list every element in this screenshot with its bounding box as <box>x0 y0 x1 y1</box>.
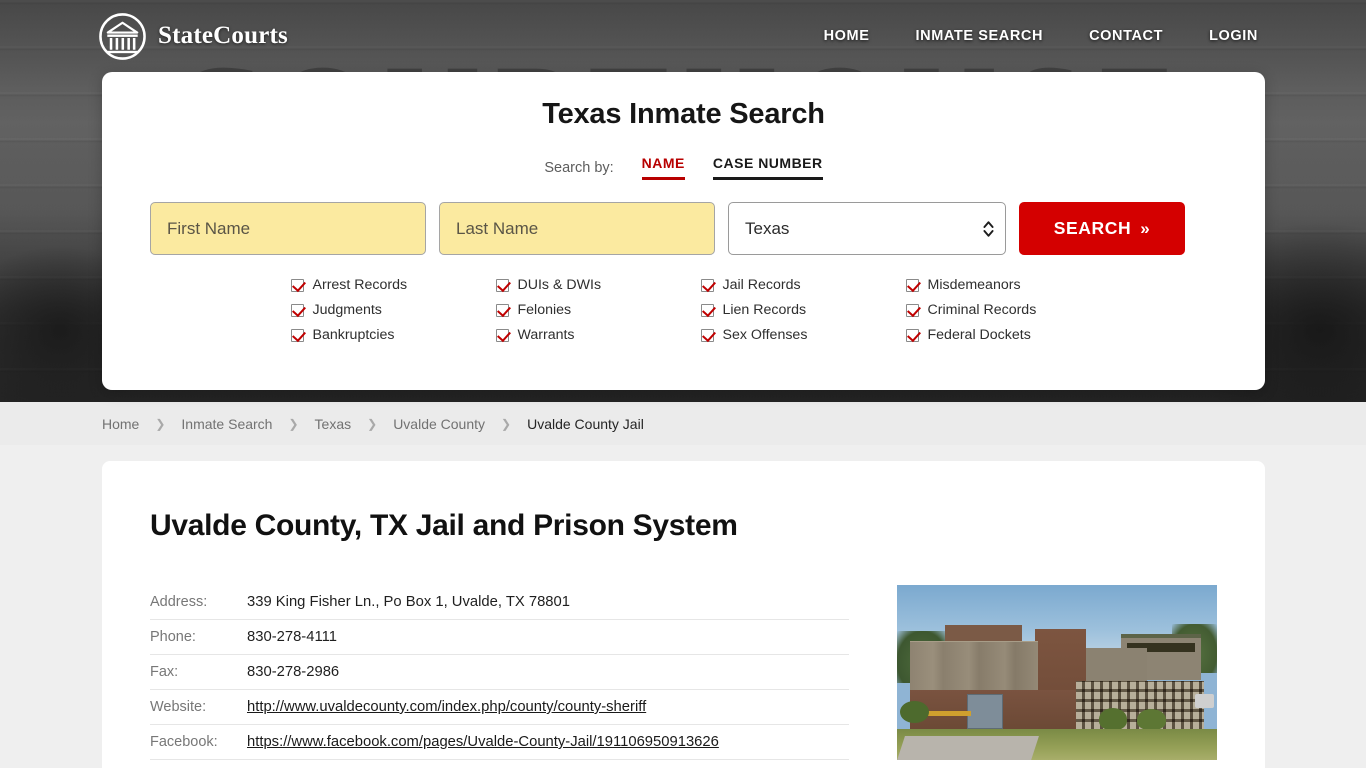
checkmark-icon <box>905 278 919 292</box>
row-label: Address: <box>150 594 208 610</box>
facility-photo <box>897 585 1217 760</box>
checkmark-icon <box>700 303 714 317</box>
chevron-right-icon: ❯ <box>501 416 512 431</box>
checkbox-sex-offenses[interactable]: Sex Offenses <box>700 327 906 343</box>
search-by-row: Search by: NAME CASE NUMBER <box>102 155 1265 180</box>
checkmark-icon <box>700 278 714 292</box>
state-select-wrapper: Texas <box>728 202 1006 255</box>
photo-upper-panels <box>909 641 1038 694</box>
search-button-label: SEARCH <box>1053 218 1132 238</box>
website-link[interactable]: http://www.uvaldecounty.com/index.php/co… <box>247 699 646 715</box>
checkbox-label: Bankruptcies <box>312 327 395 343</box>
site-header: StateCourts HOME INMATE SEARCH CONTACT L… <box>0 0 1366 72</box>
checkbox-arrest-records[interactable]: Arrest Records <box>290 277 496 293</box>
page-title: Uvalde County, TX Jail and Prison System <box>150 509 738 542</box>
checkbox-label: Lien Records <box>722 302 807 318</box>
breadcrumb-item-home[interactable]: Home <box>102 416 139 432</box>
detail-zone: Address: 339 King Fisher Ln., Po Box 1, … <box>150 585 1217 760</box>
checkbox-bankruptcies[interactable]: Bankruptcies <box>290 327 496 343</box>
state-select[interactable]: Texas <box>728 202 1006 255</box>
brand-logo-link[interactable]: StateCourts <box>98 12 288 61</box>
courthouse-circle-icon <box>99 12 146 60</box>
breadcrumb-bar: Home ❯ Inmate Search ❯ Texas ❯ Uvalde Co… <box>0 402 1366 445</box>
breadcrumb-item-uvalde-county[interactable]: Uvalde County <box>393 416 485 432</box>
breadcrumb-item-inmate-search[interactable]: Inmate Search <box>181 416 272 432</box>
checkbox-label: Judgments <box>312 302 382 318</box>
row-label: Fax: <box>150 664 179 680</box>
checkmark-icon <box>290 303 304 317</box>
checkbox-duis-dwis[interactable]: DUIs & DWIs <box>495 277 701 293</box>
checkbox-label: Arrest Records <box>312 277 408 293</box>
brand-name: StateCourts <box>158 22 288 49</box>
checkbox-jail-records[interactable]: Jail Records <box>700 277 906 293</box>
checkbox-felonies[interactable]: Felonies <box>495 302 701 318</box>
checkmark-icon <box>290 328 304 342</box>
checkbox-label: DUIs & DWIs <box>517 277 602 293</box>
search-button[interactable]: SEARCH » <box>1019 202 1185 255</box>
checkbox-criminal-records[interactable]: Criminal Records <box>905 302 1111 318</box>
checkmark-icon <box>495 328 509 342</box>
record-type-checkbox-grid: Arrest Records DUIs & DWIs Jail Records … <box>102 277 1265 343</box>
facility-info-table: Address: 339 King Fisher Ln., Po Box 1, … <box>150 585 849 760</box>
inmate-search-card: Texas Inmate Search Search by: NAME CASE… <box>102 72 1265 390</box>
row-label: Facebook: <box>150 734 218 750</box>
chevron-right-icon: ❯ <box>367 416 378 431</box>
row-label: Phone: <box>150 629 196 645</box>
chevron-right-icon: ❯ <box>155 416 166 431</box>
chevron-right-icon: ❯ <box>288 416 299 431</box>
table-row: Facebook: https://www.facebook.com/pages… <box>150 725 849 760</box>
table-row: Fax: 830-278-2986 <box>150 655 849 690</box>
checkbox-label: Misdemeanors <box>927 277 1021 293</box>
photo-shrub <box>900 700 929 724</box>
checkmark-icon <box>290 278 304 292</box>
photo-car <box>1194 693 1214 708</box>
checkmark-icon <box>700 328 714 342</box>
checkbox-label: Criminal Records <box>927 302 1037 318</box>
breadcrumb-item-texas[interactable]: Texas <box>315 416 352 432</box>
breadcrumb-item-current: Uvalde County Jail <box>527 415 644 432</box>
tab-case-number[interactable]: CASE NUMBER <box>712 155 823 180</box>
facebook-link[interactable]: https://www.facebook.com/pages/Uvalde-Co… <box>247 734 719 750</box>
row-label: Website: <box>150 699 207 715</box>
nav-item-contact[interactable]: CONTACT <box>1089 28 1163 44</box>
checkmark-icon <box>495 303 509 317</box>
photo-shrub <box>1137 709 1166 731</box>
checkbox-label: Jail Records <box>722 277 801 293</box>
tab-name[interactable]: NAME <box>641 155 685 180</box>
checkmark-icon <box>905 303 919 317</box>
checkmark-icon <box>495 278 509 292</box>
search-by-label: Search by: <box>544 159 614 176</box>
checkbox-judgments[interactable]: Judgments <box>290 302 496 318</box>
search-form: Texas SEARCH » <box>102 202 1265 255</box>
checkbox-warrants[interactable]: Warrants <box>495 327 701 343</box>
row-value-address: 339 King Fisher Ln., Po Box 1, Uvalde, T… <box>247 594 570 610</box>
checkbox-lien-records[interactable]: Lien Records <box>700 302 906 318</box>
nav-item-home[interactable]: HOME <box>824 28 870 44</box>
checkbox-federal-dockets[interactable]: Federal Dockets <box>905 327 1111 343</box>
checkbox-misdemeanors[interactable]: Misdemeanors <box>905 277 1111 293</box>
breadcrumb: Home ❯ Inmate Search ❯ Texas ❯ Uvalde Co… <box>102 416 644 432</box>
last-name-input[interactable] <box>439 202 715 255</box>
checkbox-label: Sex Offenses <box>722 327 808 343</box>
photo-entrance-door <box>967 693 1003 729</box>
checkmark-icon <box>905 328 919 342</box>
photo-sidewalk <box>897 735 1040 760</box>
checkbox-label: Felonies <box>517 302 572 318</box>
main-navigation: HOME INMATE SEARCH CONTACT LOGIN <box>824 28 1258 44</box>
double-chevron-right-icon: » <box>1140 219 1151 238</box>
nav-item-inmate-search[interactable]: INMATE SEARCH <box>916 28 1044 44</box>
checkbox-label: Warrants <box>517 327 575 343</box>
table-row: Website: http://www.uvaldecounty.com/ind… <box>150 690 849 725</box>
nav-item-login[interactable]: LOGIN <box>1209 28 1258 44</box>
table-row: Phone: 830-278-4111 <box>150 620 849 655</box>
row-value-phone: 830-278-4111 <box>247 629 337 645</box>
row-value-fax: 830-278-2986 <box>247 664 340 680</box>
search-card-title: Texas Inmate Search <box>542 98 825 130</box>
photo-shrub <box>1098 707 1128 731</box>
table-row: Address: 339 King Fisher Ln., Po Box 1, … <box>150 585 849 620</box>
checkbox-label: Federal Dockets <box>927 327 1031 343</box>
facility-detail-card: Uvalde County, TX Jail and Prison System… <box>102 461 1265 768</box>
first-name-input[interactable] <box>150 202 426 255</box>
